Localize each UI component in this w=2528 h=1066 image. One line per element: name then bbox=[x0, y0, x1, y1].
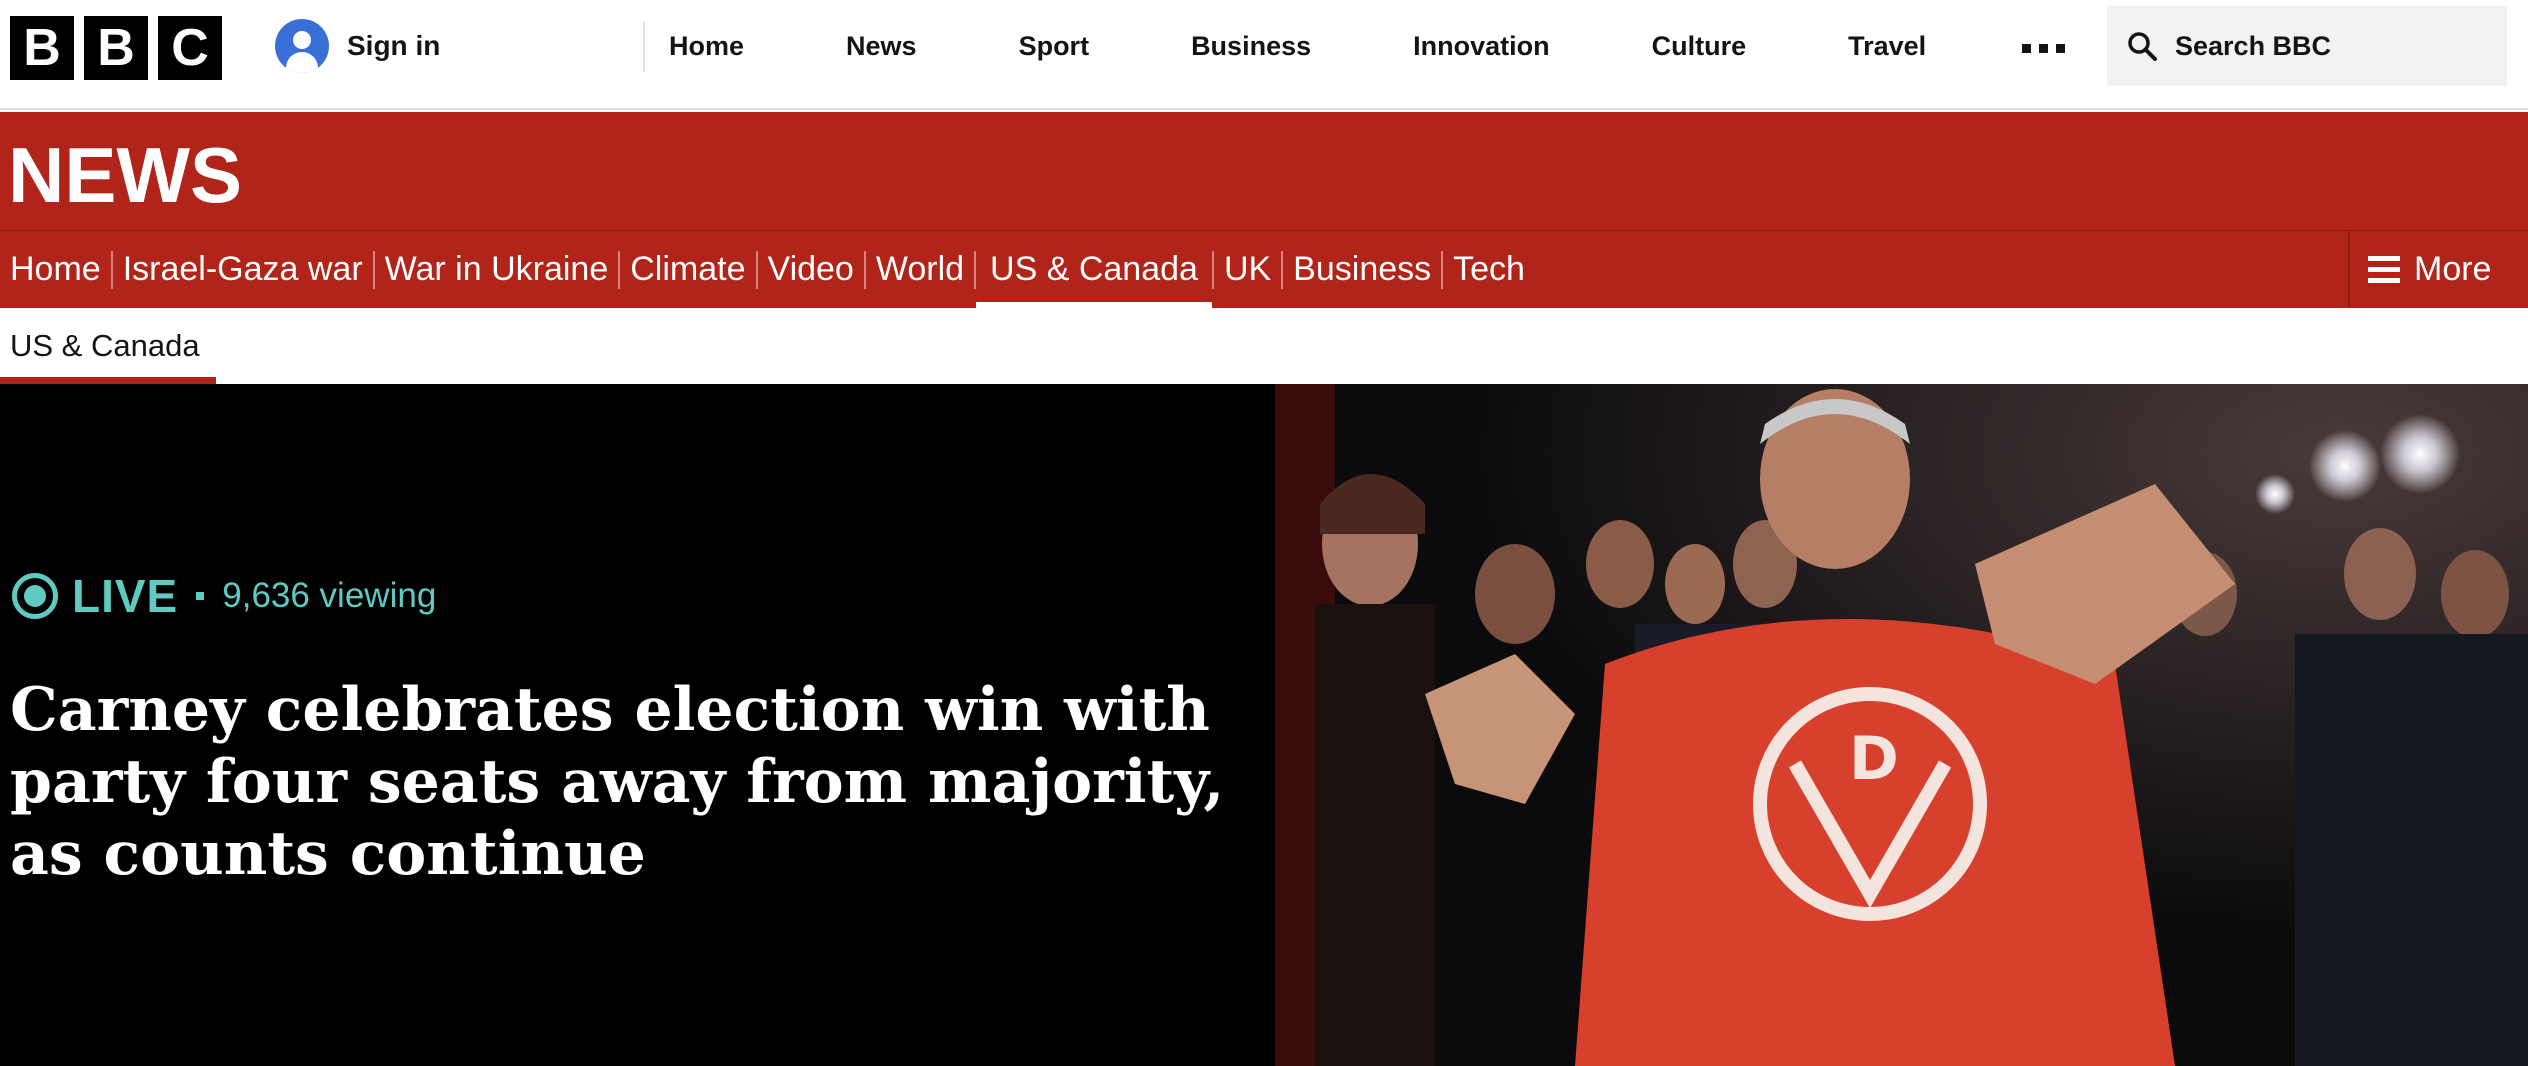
section-nav-us-canada[interactable]: US & Canada bbox=[976, 231, 1212, 308]
hero-photo[interactable]: D bbox=[1275, 384, 2528, 1066]
masthead-nav-culture[interactable]: Culture bbox=[1652, 31, 1747, 62]
svg-text:D: D bbox=[1849, 724, 1899, 794]
news-banner: NEWS Home Israel-Gaza war War in Ukraine… bbox=[0, 112, 2528, 308]
section-nav-tech[interactable]: Tech bbox=[1443, 231, 1535, 308]
masthead-nav-sport[interactable]: Sport bbox=[1019, 31, 1090, 62]
ellipsis-icon[interactable] bbox=[2022, 44, 2065, 53]
section-nav-business[interactable]: Business bbox=[1283, 231, 1441, 308]
section-nav-video[interactable]: Video bbox=[758, 231, 864, 308]
search-icon bbox=[2127, 31, 2157, 61]
section-nav-climate[interactable]: Climate bbox=[620, 231, 755, 308]
news-section-nav: Home Israel-Gaza war War in Ukraine Clim… bbox=[0, 231, 1535, 308]
sign-in-button[interactable]: Sign in bbox=[275, 19, 441, 73]
live-icon bbox=[12, 573, 58, 619]
section-nav-uk[interactable]: UK bbox=[1214, 231, 1281, 308]
news-title[interactable]: NEWS bbox=[8, 130, 242, 221]
more-menu-button[interactable]: More bbox=[2348, 231, 2528, 308]
bbc-logo-letter: B bbox=[10, 16, 74, 80]
subsection-bar: US & Canada bbox=[0, 308, 2528, 384]
hero-photo-illustration: D bbox=[1275, 384, 2528, 1066]
hero-headline[interactable]: Carney celebrates election win with part… bbox=[10, 674, 1260, 890]
live-label: LIVE bbox=[72, 570, 179, 622]
section-nav-war-in-ukraine[interactable]: War in Ukraine bbox=[375, 231, 619, 308]
subsection-tab-us-canada[interactable]: US & Canada bbox=[10, 328, 200, 364]
masthead-nav-home[interactable]: Home bbox=[669, 31, 744, 62]
live-indicator: LIVE 9,636 viewing bbox=[12, 569, 436, 623]
bbc-masthead: B B C Sign in Home News Sport Business I… bbox=[0, 0, 2528, 110]
section-nav-israel-gaza-war[interactable]: Israel-Gaza war bbox=[113, 231, 373, 308]
hero-promo[interactable]: LIVE 9,636 viewing Carney celebrates ele… bbox=[0, 384, 2528, 1066]
masthead-nav-travel[interactable]: Travel bbox=[1848, 31, 1926, 62]
user-avatar-icon bbox=[275, 19, 329, 73]
masthead-nav-innovation[interactable]: Innovation bbox=[1413, 31, 1550, 62]
masthead-nav: Home News Sport Business Innovation Cult… bbox=[669, 0, 1926, 92]
section-nav-home[interactable]: Home bbox=[0, 231, 111, 308]
more-label: More bbox=[2414, 250, 2492, 288]
bbc-logo-letter: C bbox=[158, 16, 222, 80]
viewer-count: 9,636 viewing bbox=[222, 576, 437, 615]
search-placeholder: Search BBC bbox=[2175, 30, 2332, 61]
section-nav-world[interactable]: World bbox=[866, 231, 974, 308]
sign-in-label: Sign in bbox=[347, 30, 441, 61]
masthead-nav-news[interactable]: News bbox=[846, 31, 917, 62]
hamburger-icon bbox=[2368, 256, 2400, 283]
bbc-logo[interactable]: B B C bbox=[10, 16, 222, 80]
search-bbc-input[interactable]: Search BBC bbox=[2107, 6, 2507, 86]
bbc-logo-letter: B bbox=[84, 16, 148, 80]
masthead-divider bbox=[643, 22, 645, 72]
live-separator-dot bbox=[196, 592, 205, 600]
subsection-active-underline bbox=[0, 377, 216, 384]
masthead-nav-business[interactable]: Business bbox=[1191, 31, 1311, 62]
